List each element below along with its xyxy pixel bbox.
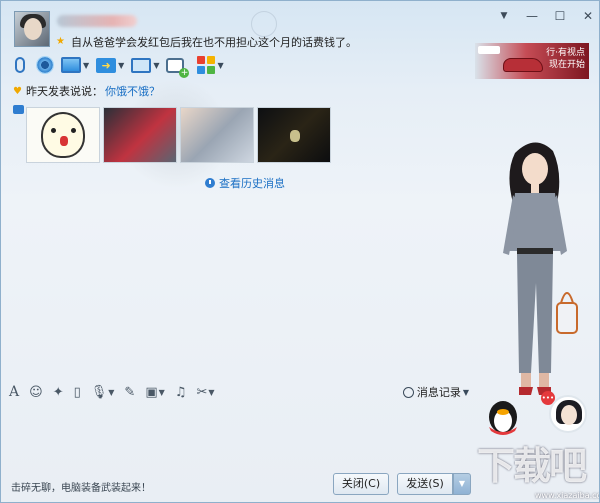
chevron-down-icon[interactable]: ▼: [153, 61, 159, 70]
screenshot-button[interactable]: ✂ ▼: [196, 385, 214, 400]
chevron-down-icon: ▼: [208, 387, 215, 397]
message-area[interactable]: ♥ 昨天发表说说： 你饿不饿？ 查看历史消息: [1, 79, 475, 379]
chevron-down-icon[interactable]: ▼: [83, 61, 89, 70]
star-icon: ★: [56, 36, 65, 47]
image-button[interactable]: ▣ ▼: [145, 385, 164, 400]
microphone-icon: [15, 57, 25, 73]
apps-grid-icon: [197, 56, 216, 74]
previous-post: ♥ 昨天发表说说： 你饿不饿？: [13, 83, 160, 99]
chevron-down-icon[interactable]: ▼: [118, 61, 124, 70]
remote-desktop-button[interactable]: ▼: [131, 54, 159, 76]
camera-icon: [36, 56, 54, 74]
vibrate-icon[interactable]: ▯: [74, 385, 81, 400]
side-panel: 行·有视点 现在开始 ••• 下载吧 www.xiazaiba.c: [475, 43, 599, 502]
edit-icon[interactable]: ✎: [124, 385, 135, 400]
ad-banner[interactable]: 行·有视点 现在开始: [475, 43, 589, 79]
watermark: 下载吧: [477, 444, 587, 488]
view-history-link[interactable]: 查看历史消息: [205, 175, 285, 191]
photo-thumbnail[interactable]: [180, 107, 254, 163]
photo-thumbnail[interactable]: [257, 107, 331, 163]
close-chat-button[interactable]: 关闭(C): [333, 473, 389, 495]
music-icon[interactable]: ♫: [175, 385, 187, 400]
screen-share-button[interactable]: ▼: [61, 54, 89, 76]
file-transfer-button[interactable]: ➜ ▼: [96, 54, 124, 76]
add-chat-icon: [166, 57, 190, 78]
clock-icon: [402, 386, 414, 398]
magic-wand-icon[interactable]: ✦: [53, 385, 64, 400]
my-avatar[interactable]: [549, 395, 587, 433]
dropdown-arrow-icon[interactable]: ▼: [497, 9, 511, 23]
watermark-url: www.xiazaiba.com: [535, 491, 599, 500]
message-history-button[interactable]: 消息记录 ▼: [402, 384, 469, 400]
group-chat-button[interactable]: [166, 54, 190, 78]
chevron-down-icon: ▼: [158, 387, 165, 397]
car-image: [503, 58, 543, 72]
emoji-icon[interactable]: ☺: [29, 385, 43, 400]
footer-ad-text[interactable]: 击碎无聊，电脑装备武装起来！: [11, 479, 151, 494]
contact-avatar[interactable]: [14, 11, 50, 47]
ad-text: 行·有视点 现在开始: [546, 47, 585, 71]
show-avatar-figure[interactable]: [485, 133, 585, 423]
heart-icon: ♥: [13, 85, 22, 97]
photo-thumbnail[interactable]: [103, 107, 177, 163]
chevron-down-icon: ▼: [108, 387, 115, 397]
screen-share-icon: [61, 57, 81, 73]
voice-message-button[interactable]: 🎙 ▼: [91, 385, 115, 400]
camera-photo-icon: [13, 105, 24, 114]
title-bar: ★ 自从爸爸学会发红包后我在也不用担心这个月的话费钱了。 ▼ — ☐ ✕: [1, 1, 599, 49]
photo-thumbnail[interactable]: [26, 107, 100, 163]
chat-toolbar: ▼ ➜ ▼ ▼ ▼: [11, 53, 231, 78]
input-toolbar: A ☺ ✦ ▯ 🎙 ▼ ✎ ▣ ▼ ♫ ✂ ▼ 消息记录 ▼: [9, 382, 471, 402]
footer: 击碎无聊，电脑装备武装起来！ 关闭(C) 发送(S) ▼: [1, 469, 475, 499]
close-button[interactable]: ✕: [581, 9, 595, 23]
voice-call-button[interactable]: [11, 54, 29, 76]
view-history-label: 查看历史消息: [219, 177, 285, 190]
brand-logo-icon: [478, 46, 500, 54]
video-call-button[interactable]: [36, 54, 54, 76]
remote-desktop-icon: [131, 57, 152, 73]
contact-nickname-blurred: [57, 15, 137, 27]
send-button[interactable]: 发送(S): [397, 473, 453, 495]
send-options-chevron-icon[interactable]: ▼: [453, 473, 471, 495]
clock-icon: [205, 178, 215, 188]
ad-text-line2: 现在开始: [548, 60, 585, 70]
message-input[interactable]: [1, 403, 475, 465]
chevron-down-icon: ▼: [462, 387, 469, 397]
maximize-button[interactable]: ☐: [553, 9, 567, 23]
message-history-label: 消息记录: [416, 386, 461, 399]
chevron-down-icon[interactable]: ▼: [217, 61, 223, 70]
qq-penguin-icon[interactable]: [481, 393, 525, 437]
ad-text-line1: 行·有视点: [546, 48, 585, 58]
photo-list: [26, 107, 331, 163]
previous-post-link[interactable]: 你饿不饿？: [105, 83, 160, 99]
file-transfer-icon: ➜: [96, 57, 117, 73]
chat-window: ★ 自从爸爸学会发红包后我在也不用担心这个月的话费钱了。 ▼ — ☐ ✕ ▼ ➜…: [0, 0, 600, 503]
previous-post-label: 昨天发表说说：: [25, 85, 103, 98]
contact-signature: 自从爸爸学会发红包后我在也不用担心这个月的话费钱了。: [71, 36, 357, 49]
font-icon[interactable]: A: [9, 384, 19, 400]
minimize-button[interactable]: —: [525, 9, 539, 23]
apps-button[interactable]: ▼: [197, 54, 224, 76]
window-controls: ▼ — ☐ ✕: [497, 9, 595, 23]
